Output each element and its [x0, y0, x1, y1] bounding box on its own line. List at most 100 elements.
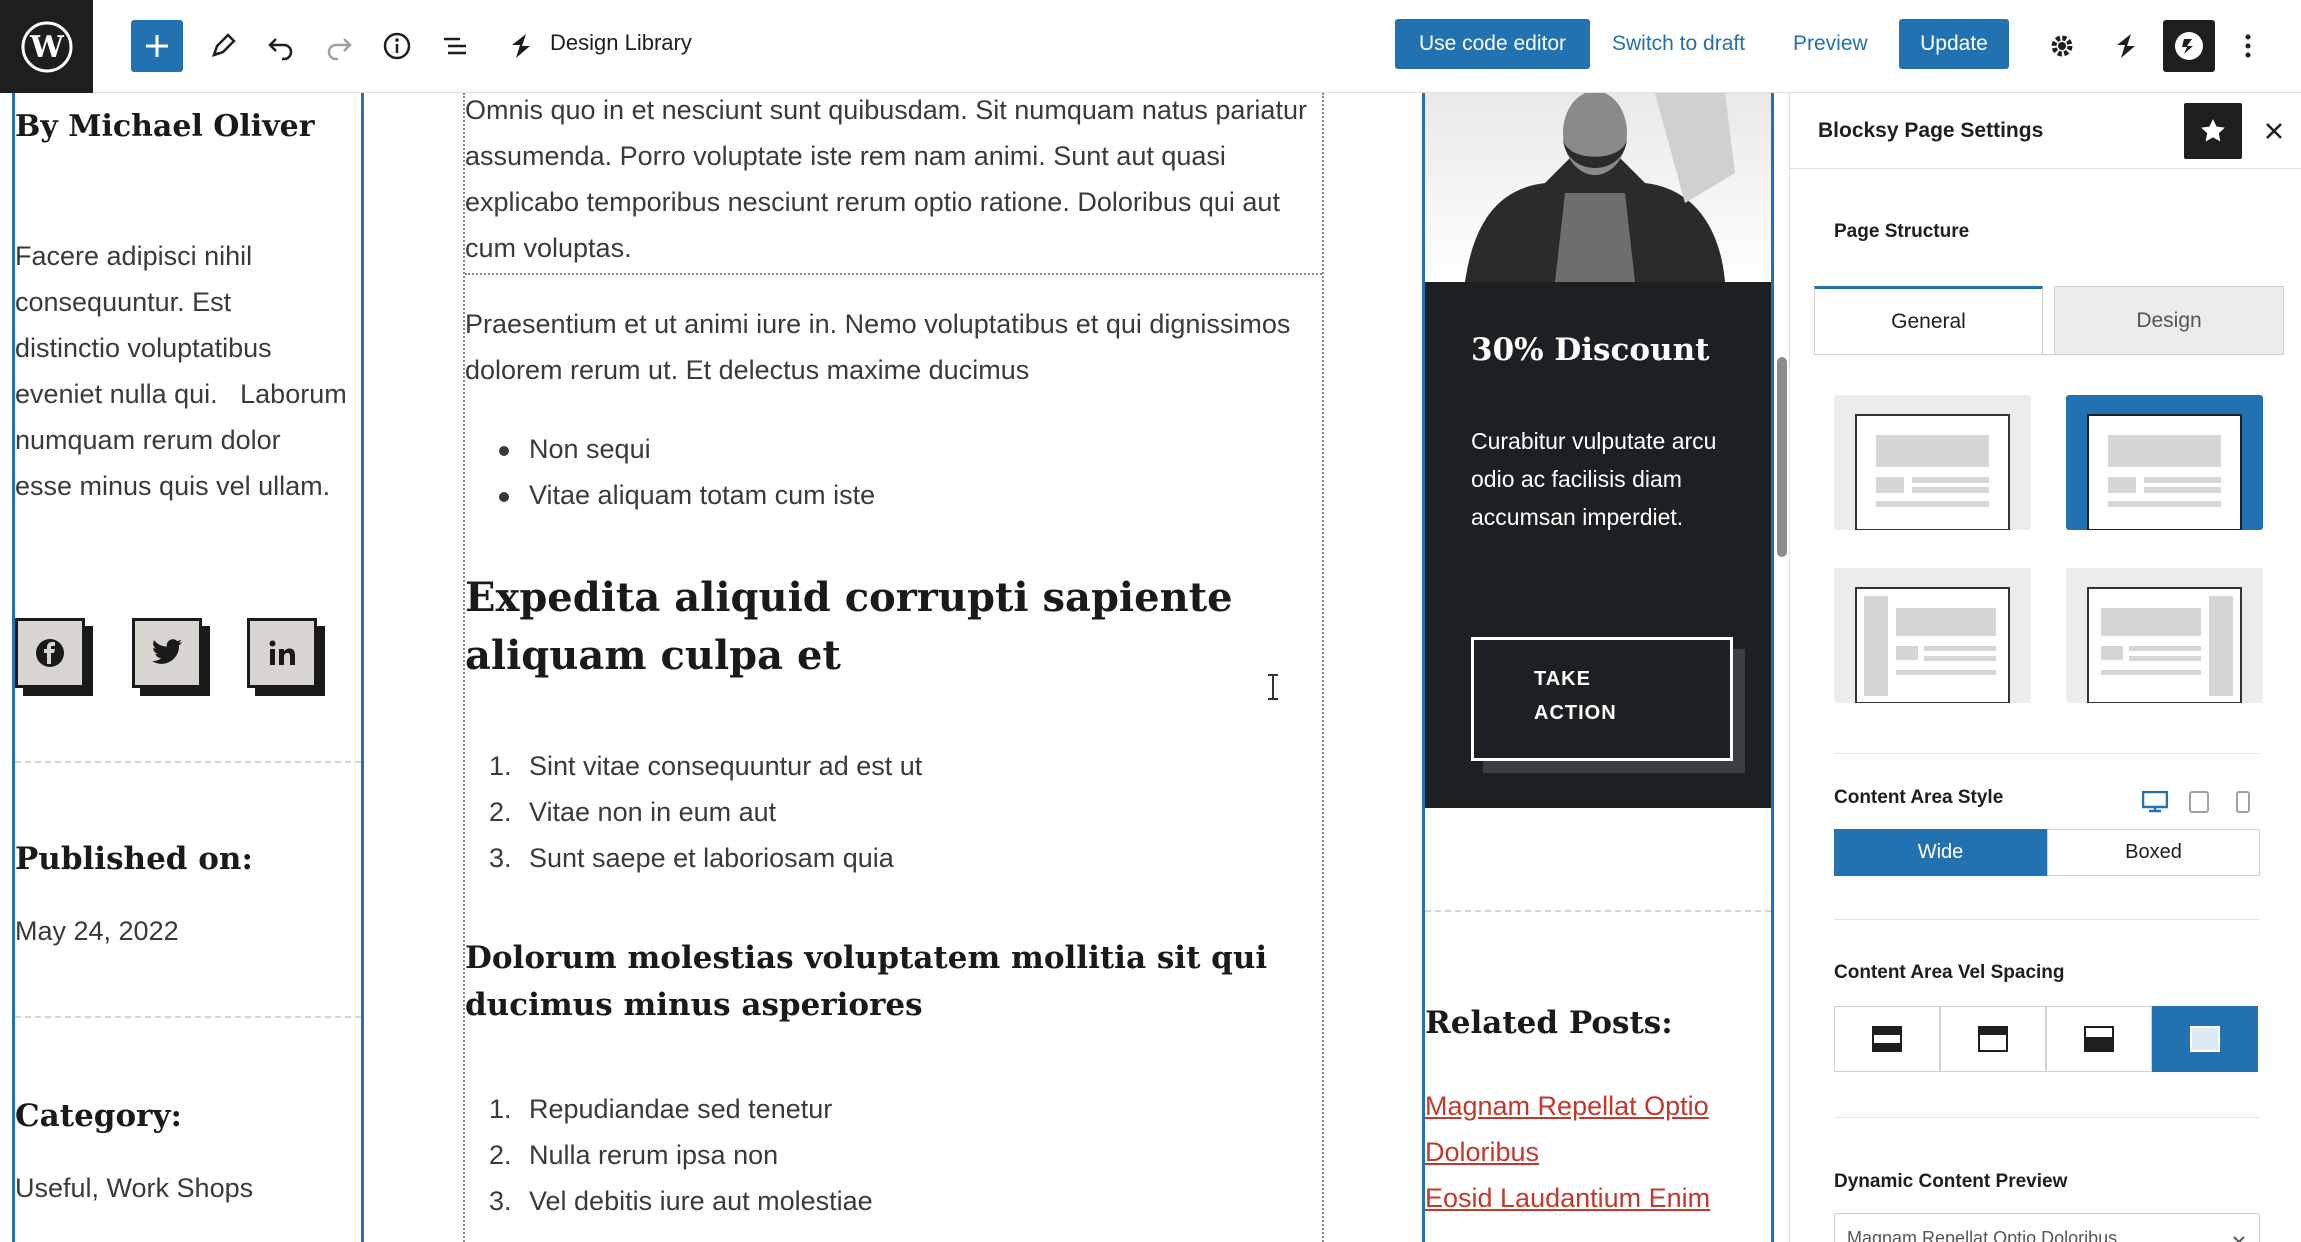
- main-content-column[interactable]: Omnis quo in et nesciunt sunt quibusdam.…: [463, 93, 1324, 1242]
- linkedin-icon[interactable]: [247, 618, 317, 688]
- undo-icon[interactable]: [255, 20, 307, 72]
- list-number: 3.: [489, 843, 512, 873]
- spacing-bottom-icon[interactable]: [2046, 1006, 2152, 1072]
- use-code-editor-button[interactable]: Use code editor: [1395, 19, 1590, 69]
- category-heading: Category:: [15, 1098, 182, 1134]
- ordered-list[interactable]: 1. Sint vitae consequuntur ad est ut 2. Vi…: [465, 743, 922, 881]
- author-name: By Michael Oliver: [15, 109, 315, 144]
- list-item-text: Vitae aliquam totam cum iste: [529, 480, 876, 510]
- list-number: 2.: [489, 1140, 512, 1170]
- list-item[interactable]: 3. Vel debitis iure aut molestiae: [465, 1178, 873, 1224]
- list-item-text: Vitae non in eum aut: [529, 797, 777, 827]
- list-item-text: Non sequi: [529, 434, 651, 464]
- bullet-list[interactable]: Non sequi Vitae aliquam totam cum iste: [465, 426, 875, 518]
- settings-gear-icon[interactable]: [2036, 20, 2088, 72]
- list-number: 2.: [489, 797, 512, 827]
- preview-button[interactable]: Preview: [1793, 19, 1868, 69]
- layout-right-sidebar-option[interactable]: [2066, 568, 2263, 704]
- spacing-top-icon[interactable]: [1940, 1006, 2046, 1072]
- list-item[interactable]: 1. Sint vitae consequuntur ad est ut: [465, 743, 922, 789]
- author-bio-line: Facere adipisci nihil: [15, 241, 253, 271]
- published-date: May 24, 2022: [15, 916, 179, 946]
- related-post-link[interactable]: Magnam Repellat Optio: [1425, 1091, 1709, 1122]
- layout-left-sidebar-option[interactable]: [1834, 568, 2031, 704]
- bullet-icon: [499, 492, 509, 502]
- related-post-link[interactable]: Doloribus: [1425, 1137, 1539, 1168]
- list-item[interactable]: 1. Repudiandae sed tenetur: [465, 1086, 873, 1132]
- mobile-icon[interactable]: [2230, 789, 2256, 815]
- button-label-line: TAKE: [1534, 668, 1591, 690]
- author-bio-line: consequuntur. Est: [15, 287, 232, 317]
- layout-no-sidebar-option[interactable]: [2066, 395, 2263, 531]
- desktop-icon[interactable]: [2142, 789, 2168, 815]
- list-item-text: Repudiandae sed tenetur: [529, 1094, 833, 1124]
- right-sidebar-column[interactable]: 30% Discount Curabitur vulputate arcu od…: [1422, 93, 1774, 1242]
- svg-text:W: W: [29, 30, 65, 65]
- canvas-scrollbar[interactable]: [1777, 357, 1787, 557]
- twitter-icon[interactable]: [132, 618, 202, 688]
- redo-icon[interactable]: [313, 20, 365, 72]
- list-item[interactable]: 2. Vitae non in eum aut: [465, 789, 922, 835]
- list-item[interactable]: Vitae aliquam totam cum iste: [465, 472, 875, 518]
- stackable-settings-icon[interactable]: [2100, 20, 2152, 72]
- blocksy-settings-panel: Blocksy Page Settings Page Structure Gen…: [1789, 93, 2301, 1242]
- star-icon[interactable]: [2184, 103, 2242, 159]
- switch-to-draft-button[interactable]: Switch to draft: [1612, 19, 1745, 69]
- divider: [1834, 753, 2260, 754]
- list-item[interactable]: 3. Sunt saepe et laboriosam quia: [465, 835, 922, 881]
- close-icon[interactable]: [2258, 115, 2290, 147]
- promo-box: 30% Discount Curabitur vulputate arcu od…: [1425, 282, 1771, 808]
- list-number: 1.: [489, 1094, 512, 1124]
- boxed-option-button[interactable]: Boxed: [2047, 829, 2260, 876]
- divider: [1834, 919, 2260, 920]
- text-cursor-icon: [1265, 673, 1281, 701]
- spacing-top-bottom-icon[interactable]: [1834, 1006, 1940, 1072]
- stackable-logo-icon[interactable]: [495, 20, 547, 72]
- selected-value: Magnam Repellat Optio Doloribus: [1847, 1228, 2118, 1242]
- paragraph-block[interactable]: Omnis quo in et nesciunt sunt quibusdam.…: [465, 87, 1320, 271]
- divider: [1834, 1117, 2260, 1118]
- blocksy-icon[interactable]: [2163, 20, 2215, 72]
- author-bio: Facere adipisci nihil consequuntur. Est …: [15, 233, 365, 509]
- ordered-list[interactable]: 1. Repudiandae sed tenetur 2. Nulla rerum …: [465, 1086, 873, 1224]
- list-item-text: Sunt saepe et laboriosam quia: [529, 843, 894, 873]
- promo-title: 30% Discount: [1471, 332, 1710, 368]
- related-post-link[interactable]: Eosid Laudantium Enim: [1425, 1183, 1710, 1214]
- published-heading: Published on:: [15, 841, 253, 877]
- chevron-down-icon: [2231, 1232, 2247, 1242]
- button-label-line: ACTION: [1534, 702, 1617, 724]
- take-action-button[interactable]: TAKE ACTION: [1471, 637, 1733, 761]
- left-sidebar-column[interactable]: By Michael Oliver Facere adipisci nihil …: [12, 93, 364, 1242]
- more-options-icon[interactable]: [2222, 20, 2274, 72]
- tablet-icon[interactable]: [2186, 789, 2212, 815]
- list-item-text: Nulla rerum ipsa non: [529, 1140, 779, 1170]
- spacing-none-icon[interactable]: [2152, 1006, 2258, 1072]
- add-block-icon[interactable]: [131, 20, 183, 72]
- tab-design[interactable]: Design: [2054, 286, 2284, 355]
- pencil-icon[interactable]: [197, 20, 249, 72]
- list-item[interactable]: 2. Nulla rerum ipsa non: [465, 1132, 873, 1178]
- wide-option-button[interactable]: Wide: [1834, 829, 2047, 876]
- facebook-icon[interactable]: [15, 618, 85, 688]
- promo-image[interactable]: [1425, 93, 1771, 282]
- heading-block[interactable]: Expedita aliquid corrupti sapiente aliqu…: [465, 569, 1295, 685]
- author-bio-line: esse minus quis vel ullam.: [15, 471, 331, 501]
- paragraph-block[interactable]: Praesentium et ut animi iure in. Nemo vo…: [465, 301, 1320, 393]
- list-view-icon[interactable]: [429, 20, 481, 72]
- tab-general[interactable]: General: [1814, 286, 2043, 355]
- wordpress-logo-icon[interactable]: W: [0, 0, 93, 93]
- divider: [1425, 910, 1771, 912]
- info-icon[interactable]: [371, 20, 423, 72]
- design-library-button[interactable]: Design Library: [550, 30, 692, 56]
- list-item-text: Sint vitae consequuntur ad est ut: [529, 751, 923, 781]
- list-item-text: Vel debitis iure aut molestiae: [529, 1186, 873, 1216]
- divider: [15, 1016, 361, 1018]
- author-bio-line: eveniet nulla qui. Laborum: [15, 379, 347, 409]
- list-item[interactable]: Non sequi: [465, 426, 875, 472]
- list-number: 1.: [489, 751, 512, 781]
- list-number: 3.: [489, 1186, 512, 1216]
- heading-block[interactable]: Dolorum molestias voluptatem mollitia si…: [465, 935, 1325, 1029]
- dynamic-content-preview-select[interactable]: Magnam Repellat Optio Doloribus: [1834, 1213, 2260, 1242]
- update-button[interactable]: Update: [1899, 19, 2009, 69]
- layout-default-option[interactable]: [1834, 395, 2031, 531]
